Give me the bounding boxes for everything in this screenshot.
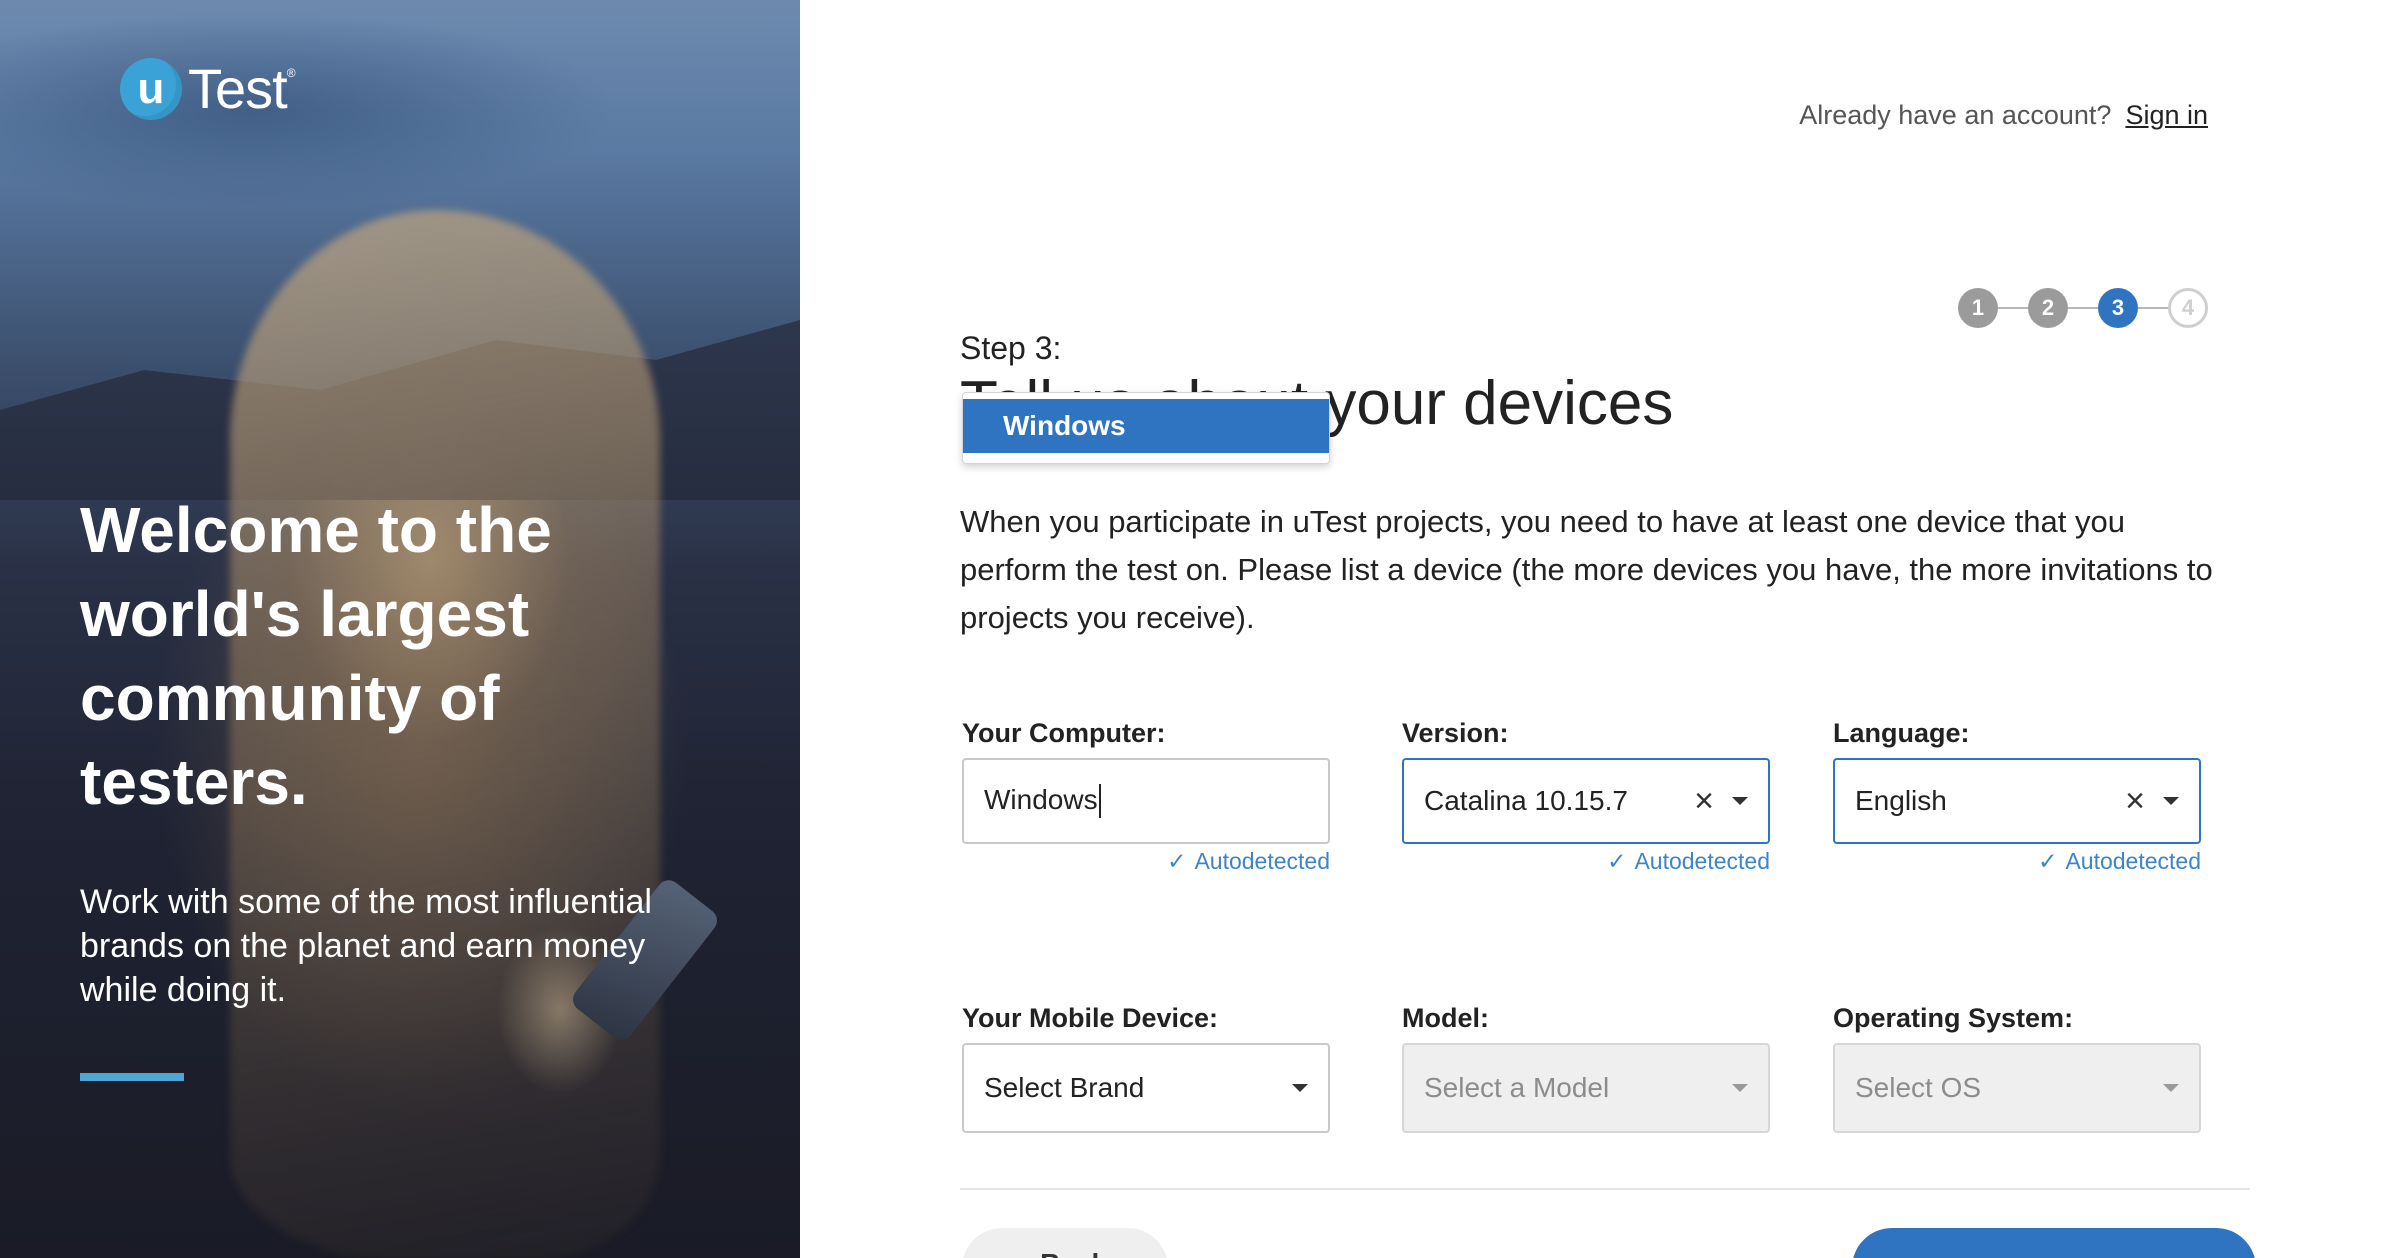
step-1-dot: 1: [1958, 288, 1998, 328]
os-label: Operating System:: [1833, 1003, 2074, 1033]
dropdown-option-windows[interactable]: Windows: [963, 399, 1329, 453]
language-value: English: [1855, 785, 1947, 816]
version-label: Version:: [1402, 718, 1509, 748]
signin-row: Already have an account? Sign in: [1799, 100, 2208, 131]
step-connector: [2138, 307, 2168, 309]
mobile-field: Your Mobile Device: Select Brand: [962, 1003, 1330, 1133]
model-field: Model: Select a Model: [1402, 1003, 1770, 1133]
model-select[interactable]: Select a Model: [1402, 1043, 1770, 1133]
language-autodetected: ✓ Autodetected: [2038, 848, 2201, 874]
logo-registered-mark: ®: [286, 66, 296, 80]
mobile-label: Your Mobile Device:: [962, 1003, 1219, 1033]
os-placeholder: Select OS: [1855, 1072, 1982, 1103]
step-2-dot: 2: [2028, 288, 2068, 328]
version-autodetected: ✓ Autodetected: [1607, 848, 1770, 874]
computer-autodetected: ✓ Autodetected: [1167, 848, 1330, 874]
model-placeholder: Select a Model: [1424, 1072, 1610, 1103]
chevron-down-icon[interactable]: [1292, 1084, 1308, 1092]
next-button[interactable]: [1852, 1228, 2256, 1258]
step-connector: [1998, 307, 2028, 309]
step-label: Step 3:: [960, 330, 1062, 366]
clear-icon[interactable]: ×: [2125, 784, 2145, 818]
computer-input[interactable]: Windows: [962, 758, 1330, 844]
step-connector: [2068, 307, 2098, 309]
model-label: Model:: [1402, 1003, 1489, 1033]
version-select[interactable]: Catalina 10.15.7 ×: [1402, 758, 1770, 844]
computer-value: Windows: [984, 783, 1098, 815]
hero-panel: u Test ® Welcome to the world's largest …: [0, 0, 800, 1258]
version-value: Catalina 10.15.7: [1424, 785, 1628, 816]
back-button[interactable]: ‹ Back: [962, 1228, 1168, 1258]
brand-select[interactable]: Select Brand: [962, 1043, 1330, 1133]
chevron-down-icon[interactable]: [2163, 797, 2179, 805]
text-cursor: [1098, 784, 1101, 819]
check-icon: ✓: [1607, 848, 1627, 874]
version-field: Version: Catalina 10.15.7 × ✓ Autodetecte…: [1402, 718, 1770, 875]
form-divider: [960, 1188, 2250, 1190]
brand-placeholder: Select Brand: [984, 1072, 1145, 1103]
logo-mark-icon: u: [120, 58, 182, 120]
logo-wordmark: Test: [188, 57, 288, 120]
check-icon: ✓: [1167, 848, 1187, 874]
language-select[interactable]: English ×: [1833, 758, 2201, 844]
os-select[interactable]: Select OS: [1833, 1043, 2201, 1133]
computer-autocomplete-dropdown: Windows: [962, 392, 1330, 464]
step-4-dot: 4: [2168, 288, 2208, 328]
clear-icon[interactable]: ×: [1694, 784, 1714, 818]
account-prompt: Already have an account?: [1799, 100, 2112, 130]
step-indicator: 1 2 3 4: [1958, 288, 2208, 328]
signin-link[interactable]: Sign in: [2125, 100, 2208, 131]
language-label: Language:: [1833, 718, 1970, 748]
computer-label: Your Computer:: [962, 718, 1166, 748]
chevron-down-icon: [2163, 1084, 2179, 1092]
chevron-down-icon: [1732, 1084, 1748, 1092]
language-field: Language: English × ✓ Autodetected: [1833, 718, 2201, 875]
intro-text: When you participate in uTest projects, …: [960, 504, 2213, 635]
hero-subtitle: Work with some of the most influential b…: [80, 883, 652, 1009]
utest-logo[interactable]: u Test ®: [120, 58, 296, 120]
hero-title: Welcome to the world's largest community…: [80, 494, 552, 818]
check-icon: ✓: [2038, 848, 2058, 874]
step-3-dot: 3: [2098, 288, 2138, 328]
computer-field: Your Computer: Windows ✓ Autodetected: [962, 718, 1330, 875]
chevron-down-icon[interactable]: [1732, 797, 1748, 805]
os-field: Operating System: Select OS: [1833, 1003, 2201, 1133]
hero-accent-rule: [80, 1073, 184, 1081]
